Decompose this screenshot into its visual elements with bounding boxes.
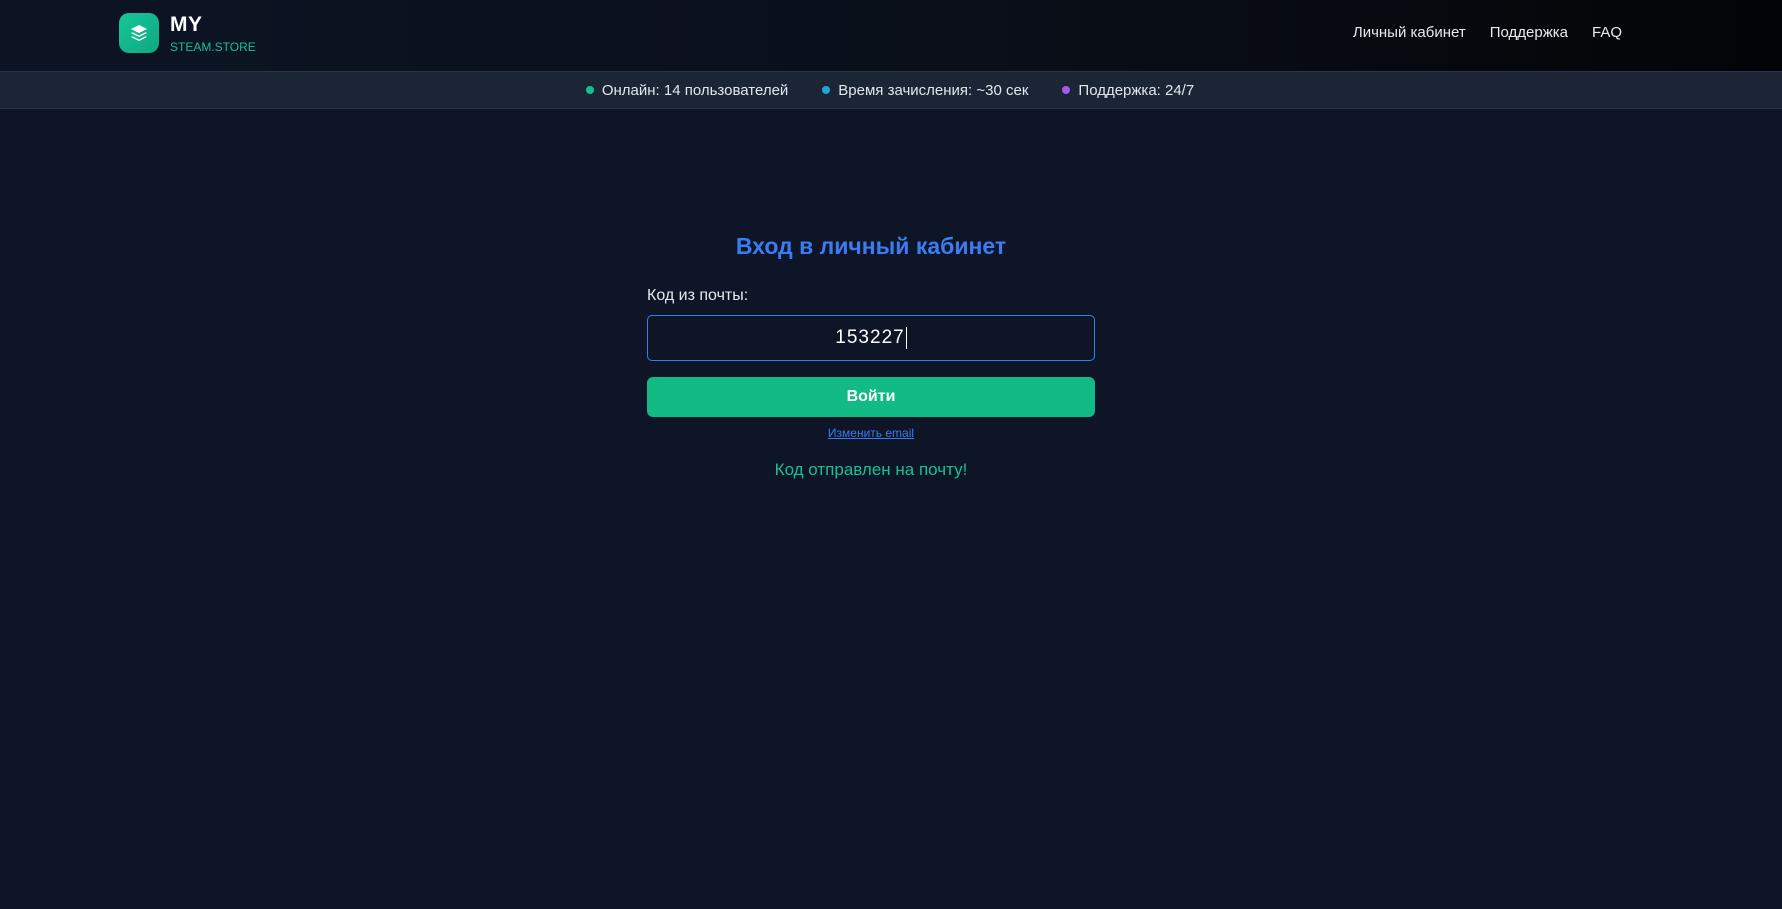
layers-icon xyxy=(119,13,159,53)
text-caret xyxy=(905,327,907,349)
logo-title: MY xyxy=(170,12,203,36)
login-form: Вход в личный кабинет Код из почты: 1532… xyxy=(647,228,1095,480)
nav-link-account[interactable]: Личный кабинет xyxy=(1353,24,1466,41)
info-online-text: Онлайн: 14 пользователей xyxy=(601,81,789,99)
main-nav: Личный кабинет Поддержка FAQ xyxy=(1353,24,1622,41)
logo-link[interactable]: MY STEAM.STORE xyxy=(119,13,256,53)
info-online: Онлайн: 14 пользователей xyxy=(585,81,789,99)
nav-link-faq[interactable]: FAQ xyxy=(1592,24,1622,41)
info-support: Поддержка: 24/7 xyxy=(1062,82,1194,99)
logo-subtitle: STEAM.STORE xyxy=(170,39,256,54)
nav-link-support[interactable]: Поддержка xyxy=(1490,24,1568,41)
status-dot-icon xyxy=(585,86,594,94)
status-dot-icon xyxy=(822,86,831,94)
login-button[interactable]: Войти xyxy=(647,377,1095,417)
status-message: Код отправлен на почту! xyxy=(774,460,968,479)
site-header: MY STEAM.STORE Личный кабинет Поддержка … xyxy=(0,0,1782,71)
email-code-input[interactable]: 153227 xyxy=(647,315,1095,361)
info-support-text: Поддержка: 24/7 xyxy=(1078,81,1195,99)
change-email-link[interactable]: Изменить email xyxy=(647,426,1095,440)
info-bar: Онлайн: 14 пользователей Время зачислени… xyxy=(0,71,1782,109)
status-dot-icon xyxy=(1062,86,1071,94)
page-title: Вход в личный кабинет xyxy=(735,233,1007,259)
email-code-value: 153227 xyxy=(835,327,905,348)
info-credit-time-text: Время зачисления: ~30 сек xyxy=(838,81,1029,99)
info-credit-time: Время зачисления: ~30 сек xyxy=(822,82,1028,99)
logo-text: MY STEAM.STORE xyxy=(170,14,256,53)
code-field-label: Код из почты: xyxy=(647,287,749,304)
